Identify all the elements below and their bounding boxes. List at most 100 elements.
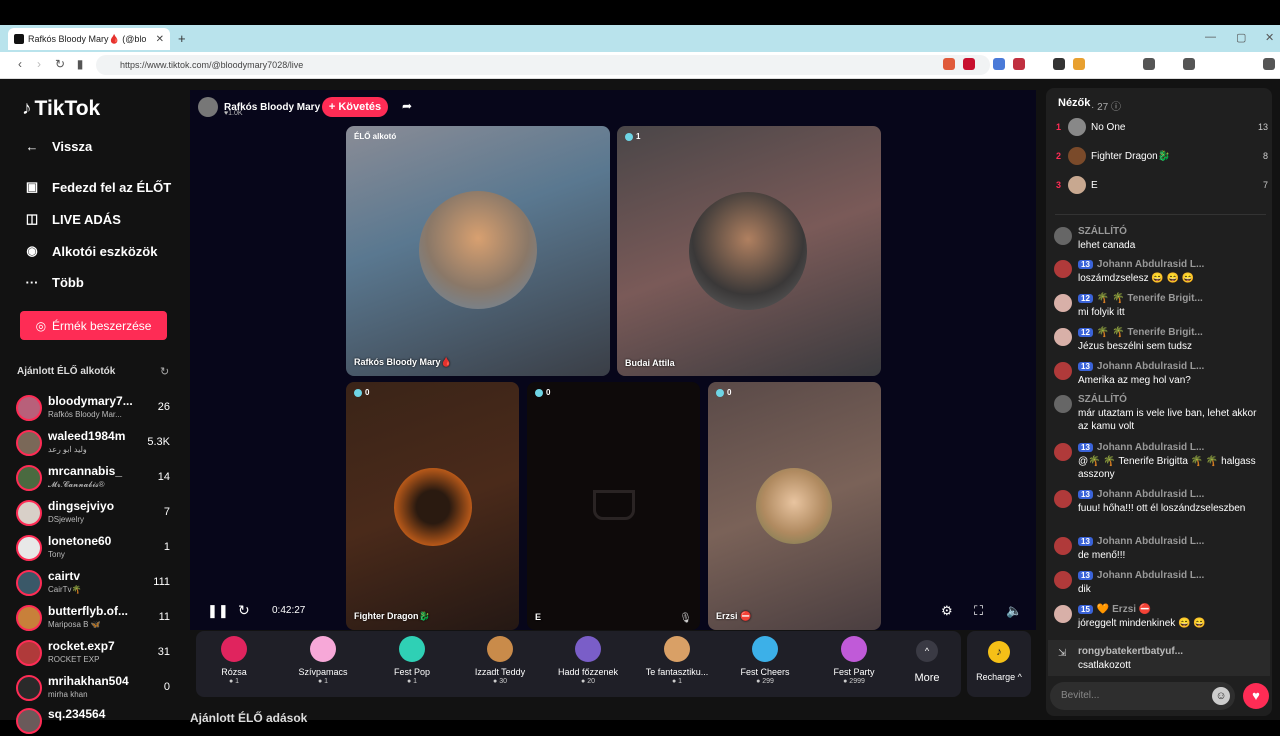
- nav-more[interactable]: ··· Több: [24, 275, 84, 290]
- guest-tile-no-video[interactable]: 0 E 🎙: [527, 382, 700, 630]
- gift-item[interactable]: Fest Party ● 2999: [819, 636, 889, 685]
- chat-header: 13 Johann Abdulrasid L...: [1078, 489, 1204, 500]
- chat-header: SZÁLLÍTÓ: [1078, 394, 1127, 405]
- address-bar[interactable]: https://www.tiktok.com/@bloodymary7028/l…: [96, 55, 990, 75]
- brave-shield-icon[interactable]: [943, 58, 955, 70]
- gift-name: Fest Party: [833, 667, 875, 677]
- fullscreen-icon[interactable]: ⛶: [974, 603, 983, 619]
- muted-mic-icon: 🎙: [679, 613, 692, 624]
- creator-nickname: 𝓜𝓻.𝓒𝓪𝓷𝓷𝓪𝓫𝓲𝓼®: [48, 480, 105, 489]
- extension-icon[interactable]: [1053, 58, 1065, 70]
- sidebar-toggle-icon[interactable]: [1183, 58, 1195, 70]
- gift-item[interactable]: Hadd főzzenek ● 20: [553, 636, 623, 685]
- recommended-creator[interactable]: waleed1984m وليد ابو رعد 5.3K: [16, 428, 174, 458]
- pause-icon[interactable]: ❚❚: [207, 603, 229, 619]
- chat-text: Amerika az meg hol van?: [1078, 375, 1191, 386]
- recommended-creator[interactable]: dingsejviyo DSjewelry 7: [16, 498, 174, 528]
- viewer-count: 11: [158, 611, 170, 623]
- recharge-label: Recharge ^: [976, 672, 1022, 682]
- gift-item[interactable]: Izzadt Teddy ● 30: [465, 636, 535, 685]
- volume-icon[interactable]: 🔈: [1006, 603, 1022, 619]
- gift-name: Szívpamacs: [298, 667, 348, 677]
- reload-icon[interactable]: ↻: [53, 57, 67, 71]
- nav-explore-live[interactable]: ▣ Fedezd fel az ÉLŐT: [24, 179, 171, 195]
- gift-price-value: 1: [324, 678, 329, 685]
- settings-icon[interactable]: ⚙: [941, 603, 953, 619]
- logo-text: TikTok: [34, 97, 101, 120]
- divider: [1055, 214, 1266, 215]
- recommended-creator[interactable]: mrihakhan504 mirha khan 0: [16, 673, 174, 703]
- refresh-icon[interactable]: ↻: [160, 365, 169, 378]
- recommended-creator[interactable]: rocket.exp7 ROCKET EXP 31: [16, 638, 174, 668]
- gift-item[interactable]: Szívpamacs ● 1: [288, 636, 358, 685]
- guest-tile[interactable]: 1 Budai Attila: [617, 126, 881, 376]
- avatar: [16, 500, 42, 526]
- follow-button[interactable]: + Követés: [322, 97, 388, 117]
- stream-time: 0:42:27: [272, 605, 306, 616]
- extension-icon[interactable]: [1073, 58, 1085, 70]
- browser-tab[interactable]: Rafkós Bloody Mary🩸 (@blo ✕: [8, 28, 170, 50]
- top-viewer[interactable]: 1 No One 13: [1056, 118, 1268, 138]
- download-icon[interactable]: [1143, 58, 1155, 70]
- viewers-count[interactable]: · 27 ⓘ: [1091, 98, 1121, 113]
- new-tab-icon[interactable]: +: [178, 31, 186, 46]
- recommended-creator[interactable]: bloodymary7... Rafkós Bloody Mar... 26: [16, 393, 174, 423]
- guest-tile[interactable]: 0 Fighter Dragon🐉: [346, 382, 519, 630]
- recommended-creator[interactable]: mrcannabis_ 𝓜𝓻.𝓒𝓪𝓷𝓷𝓪𝓫𝓲𝓼® 14: [16, 463, 174, 493]
- recommended-lives-title: Ajánlott ÉLŐ adások: [190, 711, 308, 725]
- extension-icon[interactable]: [1013, 58, 1025, 70]
- creator-name: dingsejviyo: [48, 499, 115, 513]
- gift-price-value: 20: [587, 678, 595, 685]
- brave-rewards-icon[interactable]: [963, 58, 975, 70]
- gift-name: Izzadt Teddy: [474, 667, 526, 677]
- chat-header: 12 🌴 🌴 Tenerife Brigit...: [1078, 293, 1203, 304]
- nav-live[interactable]: ◫ LIVE ADÁS: [24, 211, 121, 227]
- menu-icon[interactable]: [1263, 58, 1275, 70]
- chat-input[interactable]: Bevitel...: [1050, 682, 1235, 710]
- share-icon[interactable]: ➦: [402, 99, 412, 113]
- forward-icon[interactable]: ›: [32, 57, 46, 71]
- viewer-rank: 3: [1056, 180, 1062, 190]
- top-viewer[interactable]: 2 Fighter Dragon🐉 8: [1056, 147, 1268, 167]
- get-coins-button[interactable]: ◎ Érmék beszerzése: [20, 311, 167, 340]
- minimize-icon[interactable]: —: [1205, 31, 1216, 43]
- host-avatar[interactable]: [198, 97, 218, 117]
- avatar: [1054, 227, 1072, 245]
- replay-icon[interactable]: ↻: [238, 602, 250, 619]
- gift-price: ● 30: [493, 678, 507, 685]
- viewer-count: 1: [163, 541, 170, 553]
- close-window-icon[interactable]: ✕: [1265, 31, 1274, 44]
- translate-extension-icon[interactable]: [993, 58, 1005, 70]
- maximize-icon[interactable]: ▢: [1236, 31, 1246, 44]
- guest-tile[interactable]: 0 Erzsi ⛔: [708, 382, 881, 630]
- more-gifts-button[interactable]: ^ More: [910, 640, 944, 684]
- nav-creator-tools[interactable]: ◉ Alkotói eszközök: [24, 243, 157, 259]
- like-heart-button[interactable]: ♥: [1243, 683, 1269, 709]
- bookmark-icon[interactable]: ▮: [73, 57, 87, 71]
- recharge-button[interactable]: ♪ Recharge ^: [967, 631, 1031, 697]
- recommended-creator[interactable]: lonetone60 Tony 1: [16, 533, 174, 563]
- creator-name: bloodymary7...: [48, 394, 133, 408]
- emoji-icon[interactable]: ☺: [1212, 687, 1230, 705]
- top-viewer[interactable]: 3 E 7: [1056, 176, 1268, 196]
- nav-back[interactable]: ← Vissza: [24, 139, 93, 154]
- tiktok-logo[interactable]: ♪ TikTok: [22, 97, 100, 121]
- back-icon[interactable]: ‹: [13, 57, 27, 71]
- close-tab-icon[interactable]: ✕: [156, 34, 164, 45]
- guest-face: [394, 468, 472, 546]
- recommended-creator[interactable]: sq.234564: [16, 706, 174, 736]
- gift-item[interactable]: Te fantasztiku... ● 1: [642, 636, 712, 685]
- guest-gift-count: 1: [625, 132, 640, 141]
- recommended-creator[interactable]: cairtv CairTv🌴 111: [16, 568, 174, 598]
- level-badge: 13: [1078, 490, 1093, 499]
- gift-item[interactable]: Rózsa ● 1: [199, 636, 269, 685]
- gift-item[interactable]: Fest Pop ● 1: [377, 636, 447, 685]
- nav-more-label: Több: [52, 275, 84, 290]
- host-info[interactable]: Rafkós Bloody Mary🩸: [198, 96, 333, 118]
- recommended-creator[interactable]: butterflyb.of... Mariposa B 🦋 11: [16, 603, 174, 633]
- level-badge: 13: [1078, 362, 1093, 371]
- joined-user[interactable]: rongybatekertbatyuf...: [1078, 646, 1183, 657]
- chat-text: mi folyik itt: [1078, 307, 1125, 318]
- guest-tile-host[interactable]: ÉLŐ alkotó Rafkós Bloody Mary🩸: [346, 126, 610, 376]
- gift-item[interactable]: Fest Cheers ● 299: [730, 636, 800, 685]
